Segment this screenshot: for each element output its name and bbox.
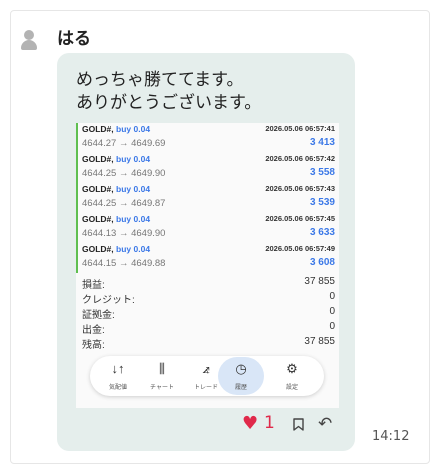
trade-row: GOLD#, buy 0.04 2026.05.06 06:57:45 4644… [76, 213, 339, 243]
message-text: めっちゃ勝ててます。 ありがとうございます。 [76, 70, 262, 113]
trade-row: GOLD#, buy 0.04 2026.05.06 06:57:49 4644… [76, 243, 339, 273]
summary-withdrawal: 出金: 0 [82, 321, 335, 336]
trade-symbol: GOLD#, [82, 184, 114, 194]
summary-label: 残高: [82, 340, 105, 351]
summary-label: クレジット: [82, 295, 135, 306]
trade-prices: 4644.27 → 4649.69 [82, 138, 166, 149]
trade-profit: 3 633 [309, 227, 335, 238]
trade-time: 2026.05.06 06:57:42 [265, 154, 335, 163]
message-timestamp: 14:12 [372, 429, 410, 444]
nav-label: チャート [150, 385, 174, 391]
heart-icon[interactable]: ♥ [242, 413, 258, 434]
nav-item-chart[interactable]: ⫼ チャート [140, 356, 184, 396]
summary-value: 37 855 [304, 276, 335, 287]
trade-time: 2026.05.06 06:57:43 [265, 184, 335, 193]
trade-prices: 4644.25 → 4649.87 [82, 198, 166, 209]
trade-symbol: GOLD#, [82, 214, 114, 224]
trade-symbol: GOLD#, [82, 244, 114, 254]
summary-label: 損益: [82, 280, 105, 291]
trade-profit: 3 558 [309, 167, 335, 178]
quotes-icon: ↓↑ [111, 361, 125, 376]
gear-icon: ⚙ [286, 361, 298, 376]
candlestick-icon: ⫼ [159, 361, 165, 376]
trade-prices: 4644.25 → 4649.90 [82, 168, 166, 179]
trade-profit: 3 608 [309, 257, 335, 268]
reply-icon[interactable]: ↶ [318, 414, 332, 434]
summary-credit: クレジット: 0 [82, 291, 335, 306]
message-bubble: めっちゃ勝ててます。 ありがとうございます。 GOLD#, buy 0.04 2… [57, 53, 355, 451]
nav-label: 気配値 [108, 385, 127, 391]
nav-item-settings[interactable]: ⚙ 設定 [270, 356, 314, 396]
summary-margin: 証拠金: 0 [82, 306, 335, 321]
trade-prices: 4644.13 → 4649.90 [82, 228, 166, 239]
bookmark-icon[interactable] [293, 418, 304, 431]
bottom-nav: ↓↑ 気配値 ⫼ チャート ⦨ トレード ◷ 履歴 ⚙ 設定 [90, 356, 324, 396]
trade-side: buy 0.04 [116, 214, 151, 224]
like-count[interactable]: 1 [264, 413, 275, 433]
summary-balance: 残高: 37 855 [82, 336, 335, 351]
trade-symbol: GOLD#, [82, 124, 114, 134]
trade-profit: 3 413 [309, 137, 335, 148]
summary-value: 0 [329, 306, 335, 317]
trade-profit: 3 539 [309, 197, 335, 208]
trade-side: buy 0.04 [116, 154, 151, 164]
nav-label: 履歴 [234, 385, 247, 391]
trade-row: GOLD#, buy 0.04 2026.05.06 06:57:42 4644… [76, 153, 339, 183]
summary-label: 出金: [82, 325, 105, 336]
trade-time: 2026.05.06 06:57:49 [265, 244, 335, 253]
nav-item-quotes[interactable]: ↓↑ 気配値 [96, 356, 140, 396]
trade-prices: 4644.15 → 4649.88 [82, 258, 166, 269]
message-actions: ♥ 1 ↶ [57, 413, 355, 437]
username[interactable]: はる [57, 24, 91, 49]
nav-item-history[interactable]: ◷ 履歴 [219, 356, 263, 396]
trade-time: 2026.05.06 06:57:45 [265, 214, 335, 223]
summary-value: 0 [329, 321, 335, 332]
trade-symbol: GOLD#, [82, 154, 114, 164]
summary-profit: 損益: 37 855 [82, 276, 335, 291]
trade-time: 2026.05.06 06:57:41 [265, 124, 335, 133]
trade-side: buy 0.04 [116, 244, 151, 254]
trade-row: GOLD#, buy 0.04 2026.05.06 06:57:41 4644… [76, 123, 339, 153]
trade-side: buy 0.04 [116, 184, 151, 194]
nav-label: 設定 [285, 385, 298, 391]
trade-row: GOLD#, buy 0.04 2026.05.06 06:57:43 4644… [76, 183, 339, 213]
summary-label: 証拠金: [82, 310, 115, 321]
trade-side: buy 0.04 [116, 124, 151, 134]
summary-value: 37 855 [304, 336, 335, 347]
attached-screenshot[interactable]: GOLD#, buy 0.04 2026.05.06 06:57:41 4644… [76, 123, 339, 408]
history-clock-icon: ◷ [235, 361, 247, 376]
avatar-icon[interactable] [20, 27, 38, 51]
summary-value: 0 [329, 291, 335, 302]
